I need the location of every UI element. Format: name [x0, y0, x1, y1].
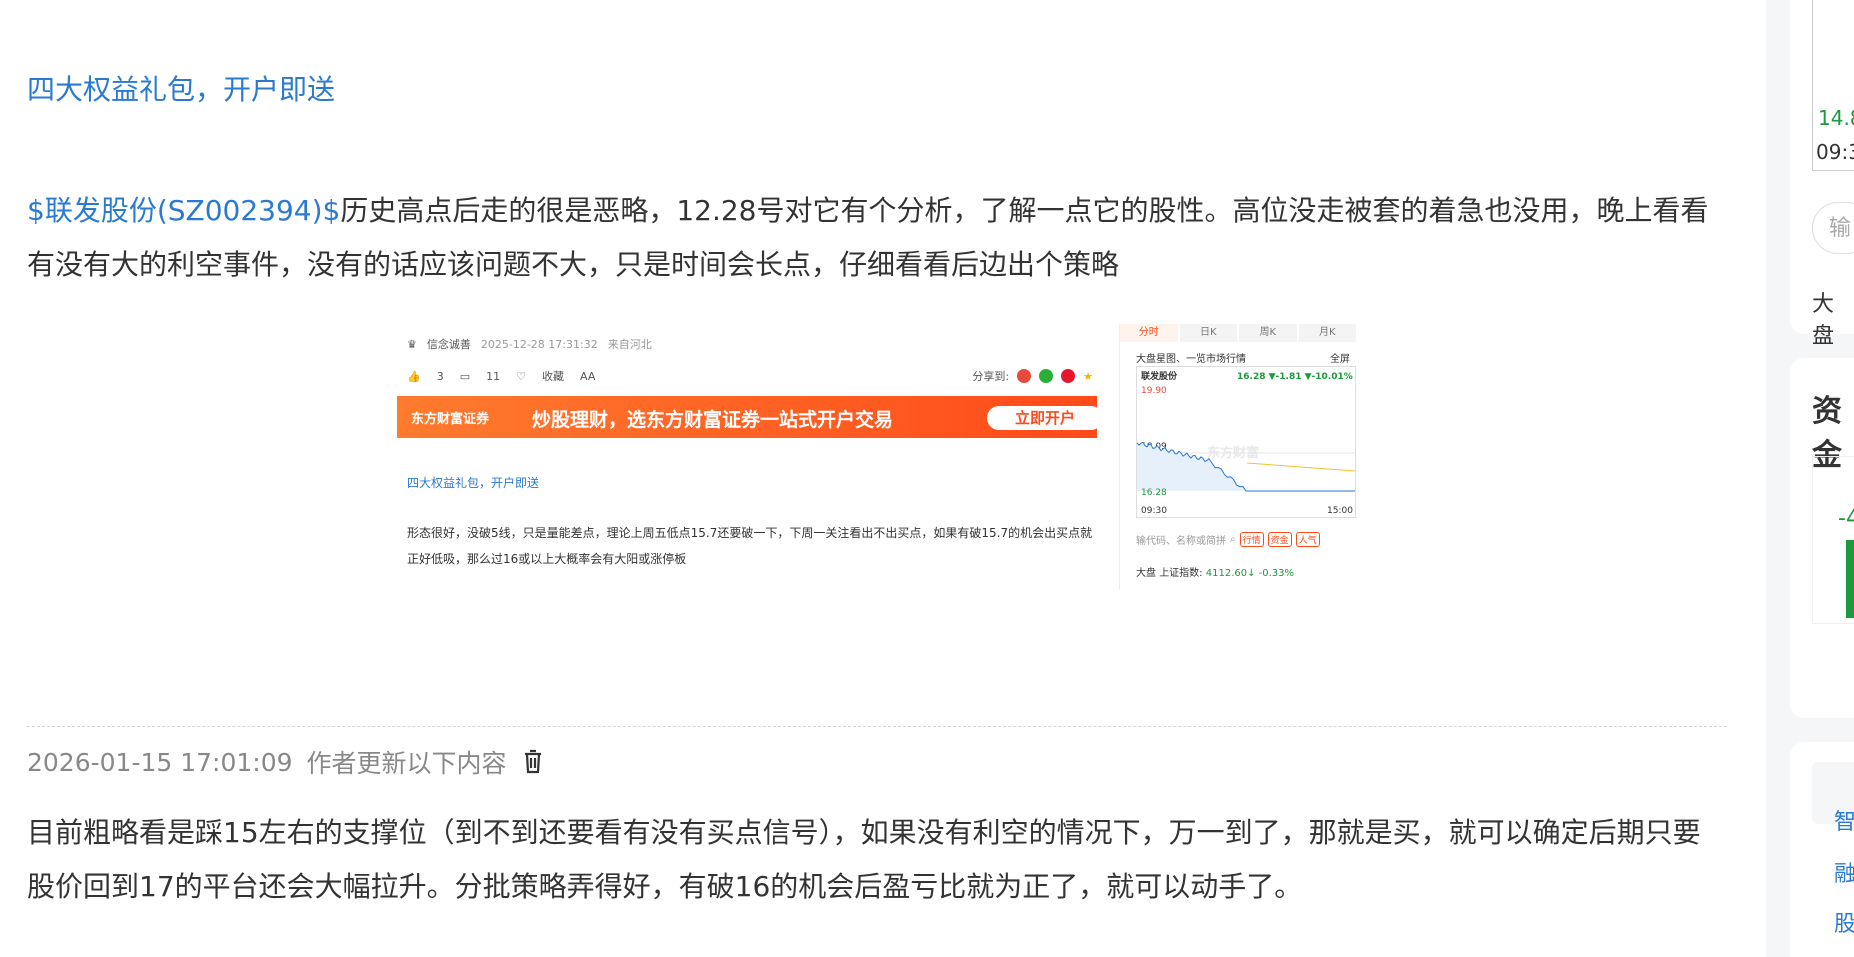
update-info: 2026-01-15 17:01:09 作者更新以下内容: [27, 744, 545, 780]
fullscreen-label: 全屏: [1330, 354, 1350, 365]
share-label: 分享到:: [972, 370, 1010, 383]
tag-popularity: 人气: [1295, 531, 1320, 547]
share-toutiao-icon: [1017, 369, 1032, 383]
index-label: 大盘: [1136, 568, 1156, 579]
post-paragraph-1: $联发股份(SZ002394)$历史高点后走的很是恶略，12.28号对它有个分析…: [27, 184, 1727, 292]
favorite-label: 收藏: [541, 370, 564, 383]
chart-watermark: 东方财富: [1207, 445, 1259, 461]
embedded-search-placeholder: 输代码、名称或简拼: [1136, 535, 1226, 547]
index-value: 4112.60↓ -0.33%: [1205, 568, 1295, 579]
embedded-location: 来自河北: [607, 338, 652, 351]
embedded-quote-panel: 分时 日K 周K 月K 大盘星图、一览市场行情 全屏 联发股份 16.28 ▼-…: [1119, 324, 1357, 590]
sidebar-link-1[interactable]: 智: [1834, 804, 1854, 836]
sidebar-dapan-label: 大盘: [1812, 292, 1835, 349]
embedded-author-line: ♛ 信念诚善 2025-12-28 17:31:32 来自河北: [407, 336, 652, 352]
market-label: 大盘星图、一览市场行情: [1136, 354, 1246, 365]
embedded-author: 信念诚善: [426, 338, 471, 351]
chart-time-end: 15:00: [1327, 506, 1353, 516]
embedded-banner: 东方财富证券 炒股理财，选东方财富证券一站式开户交易 立即开户: [397, 396, 1103, 438]
embedded-post-text: 形态很好，没破5线，只是量能差点，理论上周五低点15.7还要破一下，下周一关注看…: [407, 526, 1093, 566]
tab-intraday: 分时: [1120, 324, 1178, 342]
chart-price-low: 16.28: [1141, 488, 1167, 498]
share-wechat-icon: [1039, 369, 1054, 383]
tag-quote: 行情: [1239, 531, 1264, 547]
sidebar-fund-value: -4: [1838, 506, 1854, 531]
chart-stock-quote: 16.28 ▼-1.81 ▼-10.01%: [1237, 372, 1353, 382]
banner-open-account-button: 立即开户: [987, 406, 1103, 430]
index-name: 上证指数:: [1159, 568, 1203, 579]
comment-count: 11: [486, 369, 501, 383]
embedded-post-time: 2025-12-28 17:31:32: [480, 337, 598, 351]
banner-brand: 东方财富证券: [411, 412, 490, 427]
stock-link[interactable]: $联发股份(SZ002394)$: [27, 194, 340, 227]
trash-icon[interactable]: [521, 748, 545, 776]
embedded-action-bar: 👍 3 ▭ 11 ♡ 收藏 AA: [407, 368, 595, 384]
post-paragraph-2: 目前粗略看是踩15左右的支撑位（到不到还要看有没有买点信号），如果没有利空的情况…: [27, 816, 1701, 903]
sidebar-link-3[interactable]: 股: [1834, 906, 1854, 938]
banner-slogan: 炒股理财，选东方财富证券一站式开户交易: [532, 409, 894, 431]
post-content: 四大权益礼包，开户即送 $联发股份(SZ002394)$历史高点后走的很是恶略，…: [0, 0, 1740, 957]
sidebar-price-low: 14.8: [1818, 106, 1854, 130]
heart-icon: ♡: [516, 369, 526, 383]
tag-fund: 资金: [1267, 531, 1292, 547]
intraday-chart: 联发股份 16.28 ▼-1.81 ▼-10.01% 19.90 18.09 东…: [1136, 366, 1356, 518]
comment-icon: ▭: [459, 369, 471, 383]
embedded-post: ♛ 信念诚善 2025-12-28 17:31:32 来自河北 👍 3 ▭ 11 ♡…: [397, 324, 1103, 590]
sidebar-time: 09:3: [1816, 140, 1854, 164]
embedded-promo-link: 四大权益礼包，开户即送: [407, 476, 540, 490]
sidebar-fund-bar: [1846, 540, 1854, 618]
author-avatar-icon: ♛: [407, 337, 417, 351]
chart-price-high: 19.90: [1141, 386, 1167, 396]
update-label: 作者更新以下内容: [306, 749, 507, 778]
chart-stock-name: 联发股份: [1141, 370, 1178, 382]
sidebar-link-2[interactable]: 融: [1834, 856, 1854, 888]
intraday-chart-svg: 联发股份 16.28 ▼-1.81 ▼-10.01% 19.90 18.09 东…: [1136, 370, 1356, 516]
embedded-search-icon: ⌕: [1230, 533, 1236, 545]
tab-monthly: 月K: [1298, 324, 1356, 342]
embedded-screenshot: ♛ 信念诚善 2025-12-28 17:31:32 来自河北 👍 3 ▭ 11 ♡…: [397, 324, 1357, 590]
update-time: 2026-01-15 17:01:09: [27, 747, 293, 777]
update-divider: [27, 726, 1727, 727]
embedded-index-line: 大盘 上证指数: 4112.60↓ -0.33%: [1136, 564, 1294, 579]
embedded-search: 输代码、名称或简拼 ⌕ 行情 资金 人气: [1136, 528, 1354, 550]
share-star-icon: ★: [1083, 369, 1093, 383]
chart-time-start: 09:30: [1141, 506, 1167, 516]
share-weibo-icon: [1061, 369, 1076, 383]
embedded-share-bar: 分享到: ★: [972, 368, 1093, 384]
promo-link[interactable]: 四大权益礼包，开户即送: [27, 68, 335, 108]
embedded-chart-tabs: 分时 日K 周K 月K: [1120, 324, 1357, 342]
tab-weekly: 周K: [1239, 324, 1297, 342]
tab-daily: 日K: [1179, 324, 1237, 342]
like-count: 3: [436, 369, 444, 383]
chart-avg-line: [1246, 462, 1356, 472]
like-icon: 👍: [407, 369, 421, 383]
font-size-label: AA: [579, 369, 596, 383]
